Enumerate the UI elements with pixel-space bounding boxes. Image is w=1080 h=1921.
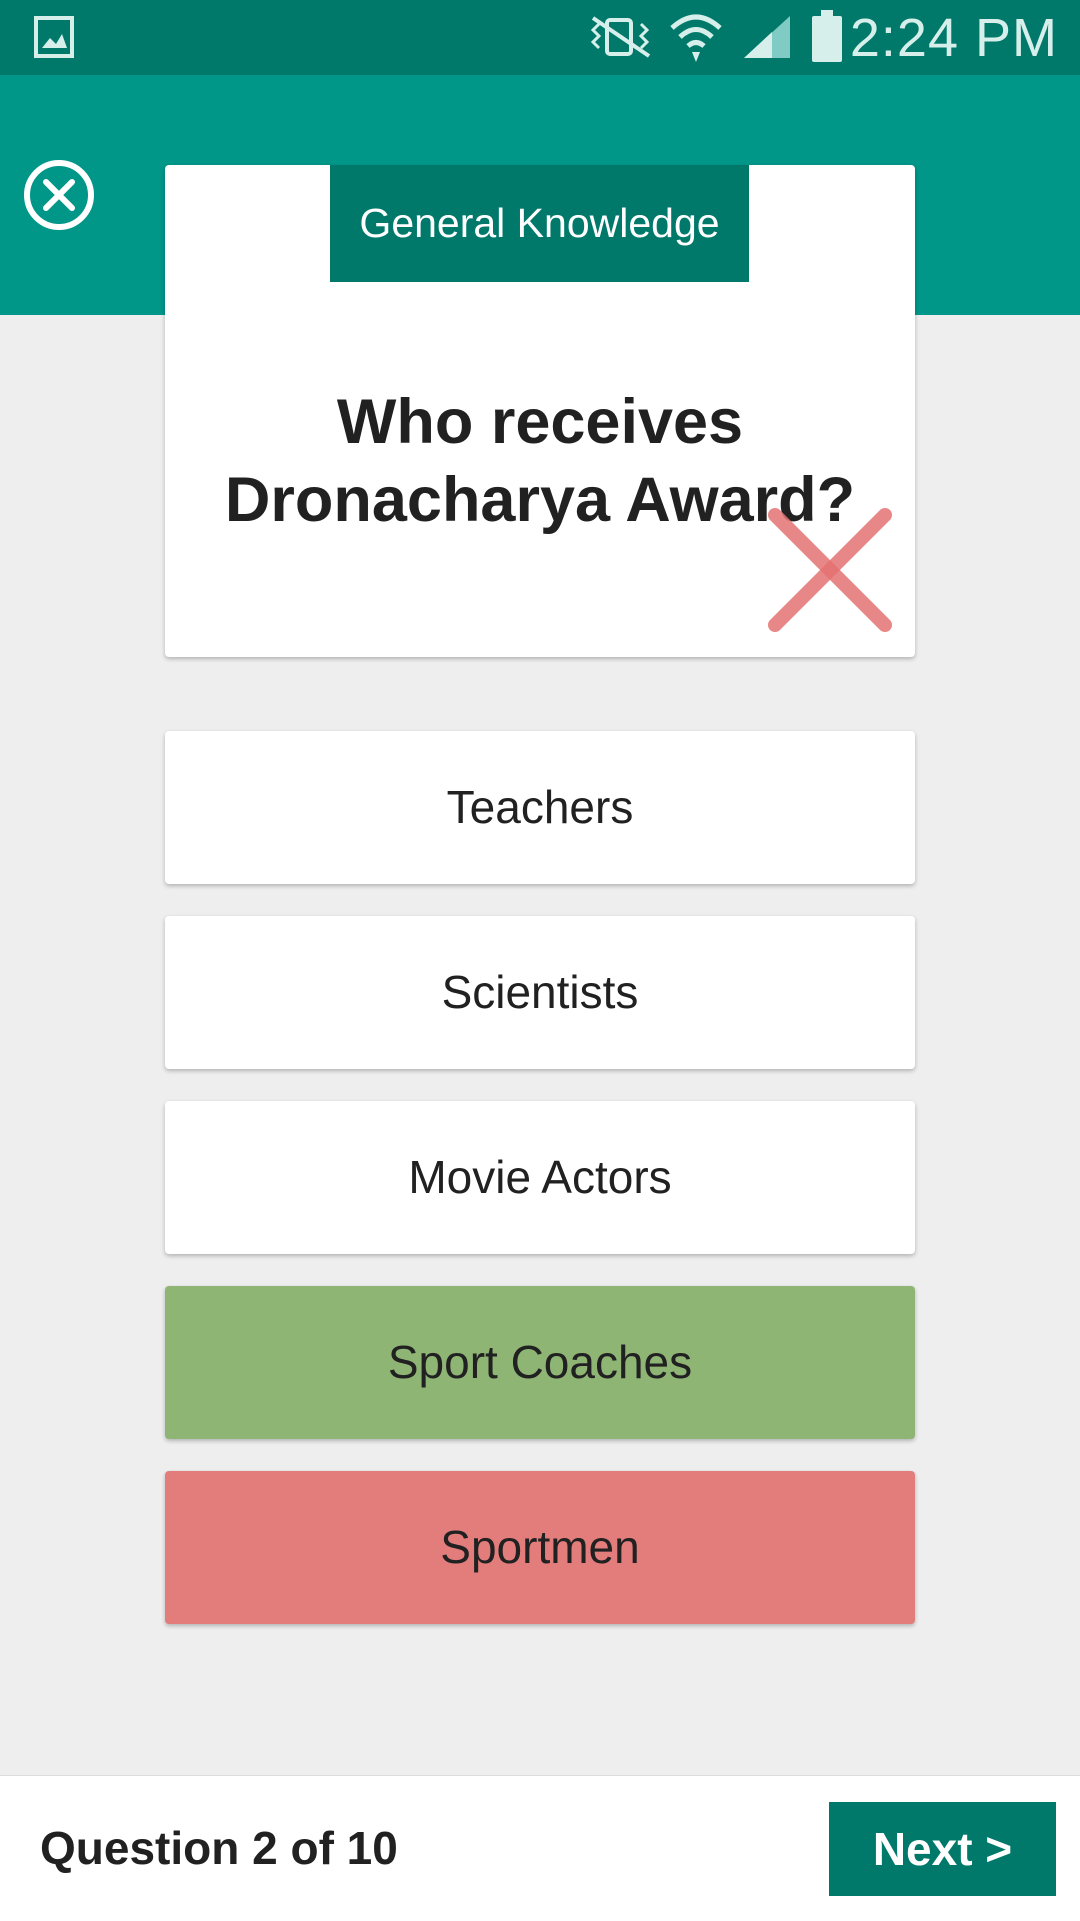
question-progress: Question 2 of 10 (40, 1822, 398, 1874)
vibrate-icon (590, 16, 651, 58)
close-quiz-button[interactable] (22, 158, 96, 232)
wrong-answer-icon (768, 508, 892, 632)
battery-icon (812, 10, 842, 62)
status-bar: 2:24 PM (0, 0, 1080, 75)
wifi-icon (670, 14, 722, 62)
gallery-notification-icon (34, 16, 74, 58)
answer-option[interactable]: Scientists (165, 916, 915, 1069)
answer-option[interactable]: Movie Actors (165, 1101, 915, 1254)
footer-bar: Question 2 of 10 Next > (0, 1775, 1080, 1921)
close-icon (24, 160, 94, 230)
question-card: General Knowledge Who receives Dronachar… (165, 165, 915, 657)
answer-option[interactable]: Teachers (165, 731, 915, 884)
next-button[interactable]: Next > (829, 1802, 1056, 1896)
signal-icon (744, 16, 790, 58)
answer-option-incorrect[interactable]: Sportmen (165, 1471, 915, 1624)
category-badge: General Knowledge (330, 165, 749, 282)
clock: 2:24 PM (849, 8, 1058, 68)
answer-option-correct[interactable]: Sport Coaches (165, 1286, 915, 1439)
